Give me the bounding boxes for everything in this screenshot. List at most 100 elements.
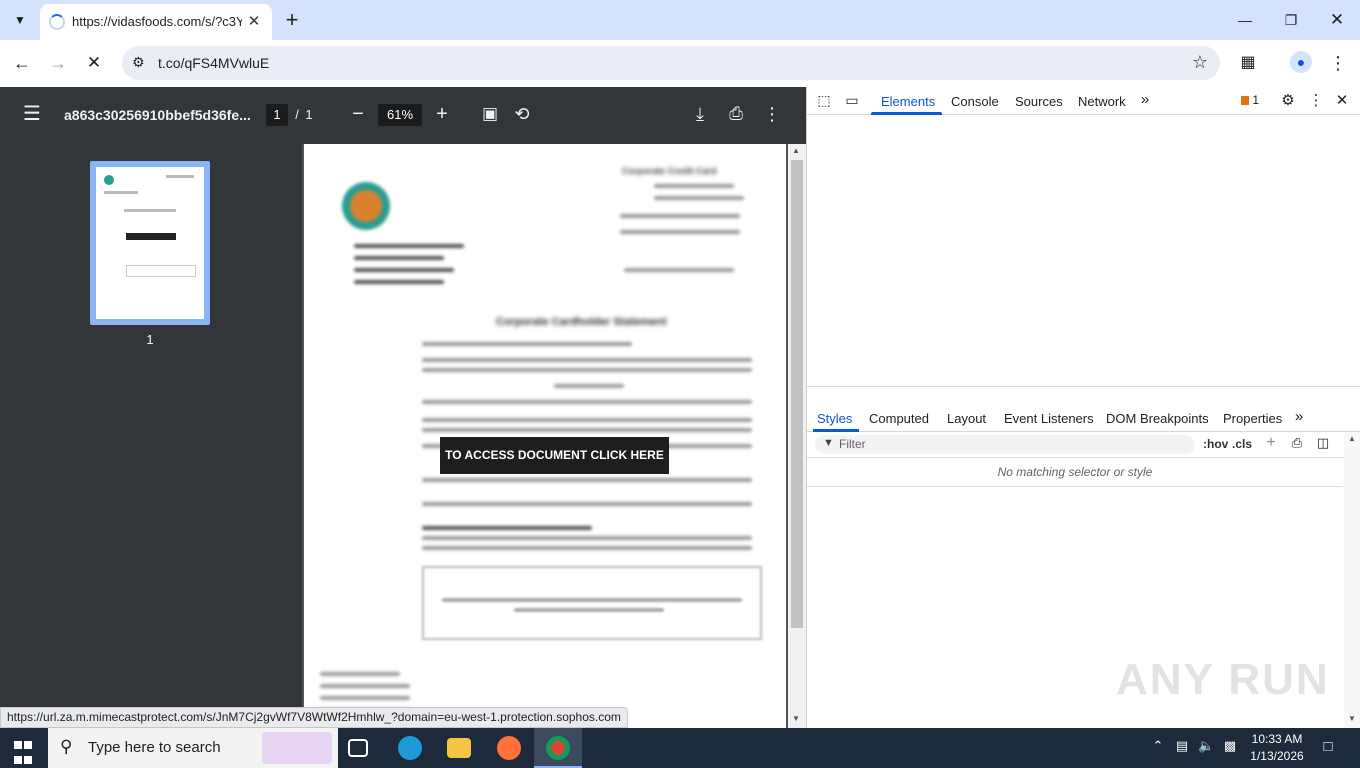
access-document-button[interactable]: TO ACCESS DOCUMENT CLICK HERE [440,437,669,474]
scrollbar-thumb[interactable] [791,160,803,628]
devtools-panel: ⬚ ▭ Elements Console Sources Network » 1… [806,87,1360,728]
network-icon[interactable]: ▤ [1174,738,1190,754]
devtools-tabbar: ⬚ ▭ Elements Console Sources Network » 1… [807,87,1360,115]
forward-arrow-icon[interactable]: → [46,51,70,75]
blurred-line [320,672,400,676]
tab-close-icon[interactable]: ✕ [244,12,264,32]
paint-roller-icon[interactable]: ⎙ [1289,435,1305,451]
scroll-down-arrow-icon[interactable]: ▼ [792,714,800,723]
task-view-icon[interactable] [348,739,368,757]
device-toolbar-icon[interactable]: ▭ [843,92,861,110]
windows-start-icon[interactable] [12,738,34,764]
hov-toggle[interactable]: :hov [1203,437,1228,451]
edge-browser-icon[interactable] [398,736,422,760]
tab-sources[interactable]: Sources [1015,94,1063,109]
back-arrow-icon[interactable]: ← [10,51,34,75]
styles-scrollbar[interactable]: ▲ ▼ [1344,432,1360,728]
download-icon[interactable]: ⤓ [688,102,712,126]
toggle-sidebar-icon[interactable]: ◫ [1315,435,1331,451]
address-text[interactable]: t.co/qFS4MVwluE [158,55,269,71]
blurred-line [422,358,752,362]
browser-tab[interactable]: https://vidasfoods.com/s/?c3Y5 ✕ [40,4,272,40]
browser-toolbar: ← → ✕ ⚙ t.co/qFS4MVwluE ☆ ▦ ● ⋮ [0,40,1360,86]
blurred-line [422,368,752,372]
language-ime-icon[interactable]: ▩ [1222,738,1238,754]
tab-search-button[interactable]: ▼ [8,8,32,32]
tab-network[interactable]: Network [1078,94,1126,109]
cls-toggle[interactable]: .cls [1232,437,1252,451]
settings-gear-icon[interactable]: ⚙ [1279,91,1297,109]
devtools-menu-icon[interactable]: ⋮ [1307,91,1325,109]
zoom-out-icon[interactable]: − [346,102,370,126]
search-highlight-icon [262,732,332,764]
issues-badge[interactable]: 1 [1237,93,1263,107]
site-info-icon[interactable]: ⚙ [132,54,145,71]
scroll-up-arrow-icon[interactable]: ▲ [792,146,800,155]
extensions-puzzle-icon[interactable]: ▦ [1236,51,1260,75]
blurred-line [354,256,444,260]
blurred-line [654,196,744,200]
zoom-in-icon[interactable]: + [430,102,454,126]
new-style-rule-icon[interactable]: + [1263,434,1279,452]
volume-icon[interactable]: 🔈 [1198,738,1214,754]
dom-tree-area [807,116,1360,386]
taskbar-clock[interactable]: 10:33 AM 1/13/2026 [1244,731,1310,765]
blurred-line [422,478,752,482]
pdf-scrollbar[interactable]: ▲ ▼ [788,144,806,728]
taskbar-search-box[interactable]: ⚲ Type here to search [48,728,338,768]
tab-computed[interactable]: Computed [869,411,929,426]
page-thumbnail[interactable] [90,161,210,325]
tab-console[interactable]: Console [951,94,999,109]
notifications-icon[interactable]: □ [1318,738,1338,755]
tab-layout[interactable]: Layout [947,411,986,426]
hamburger-menu-icon[interactable]: ☰ [20,102,44,126]
show-hidden-icons-chevron-icon[interactable]: ⌃ [1150,738,1166,754]
tab-event-listeners[interactable]: Event Listeners [1004,411,1094,426]
tab-styles[interactable]: Styles [817,411,852,426]
more-tabs-chevron-icon[interactable]: » [1137,91,1153,108]
blurred-line [620,230,740,234]
pdf-toolbar: ☰ a863c30256910bbef5d36fe... 1 / 1 − 61%… [0,87,806,144]
more-options-icon[interactable]: ⋮ [760,102,784,126]
styles-divider [807,486,1343,487]
tab-elements[interactable]: Elements [881,94,935,109]
page-total: 1 [305,107,313,122]
blurred-line [422,546,752,550]
bookmark-star-icon[interactable]: ☆ [1192,52,1208,73]
stop-loading-icon[interactable]: ✕ [82,51,106,75]
thumbnail-page-preview [96,167,204,319]
blurred-line [422,342,632,346]
tab-dom-breakpoints[interactable]: DOM Breakpoints [1106,411,1209,426]
scroll-down-arrow-icon[interactable]: ▼ [1348,714,1356,723]
blurred-line [320,684,410,688]
scroll-up-arrow-icon[interactable]: ▲ [1348,434,1356,443]
clock-time: 10:33 AM [1251,732,1303,746]
profile-avatar-icon[interactable]: ● [1288,51,1314,75]
new-tab-button[interactable]: + [280,6,304,34]
styles-filter-row: ▼ Filter :hov .cls + ⎙ ◫ [807,432,1360,458]
panel-splitter[interactable] [807,386,1360,404]
blurred-line [422,526,592,530]
file-explorer-icon[interactable] [447,738,471,758]
rotate-icon[interactable]: ⟲ [510,102,534,126]
devtools-close-icon[interactable]: ✕ [1333,91,1351,109]
loading-spinner-icon [49,14,65,30]
zoom-level-input[interactable]: 61% [378,104,422,126]
restore-icon[interactable]: ❐ [1278,8,1304,32]
browser-menu-icon[interactable]: ⋮ [1326,51,1350,75]
fit-to-page-icon[interactable]: ▣ [478,102,502,126]
thumbnail-page-label: 1 [146,332,154,347]
more-style-tabs-chevron-icon[interactable]: » [1291,408,1307,425]
styles-filter-input[interactable]: ▼ Filter [815,435,1195,454]
inspect-element-icon[interactable]: ⬚ [815,92,833,110]
page-number-input[interactable]: 1 [266,104,288,126]
close-icon[interactable]: ✕ [1324,8,1350,32]
tab-properties[interactable]: Properties [1223,411,1282,426]
no-matching-style-message: No matching selector or style [997,465,1153,479]
print-icon[interactable]: ⎙ [724,102,748,126]
filter-placeholder: Filter [839,437,866,451]
address-bar[interactable]: ⚙ t.co/qFS4MVwluE ☆ [122,46,1220,80]
minimize-icon[interactable]: — [1232,8,1258,32]
chrome-icon[interactable] [546,736,570,760]
firefox-icon[interactable] [497,736,521,760]
